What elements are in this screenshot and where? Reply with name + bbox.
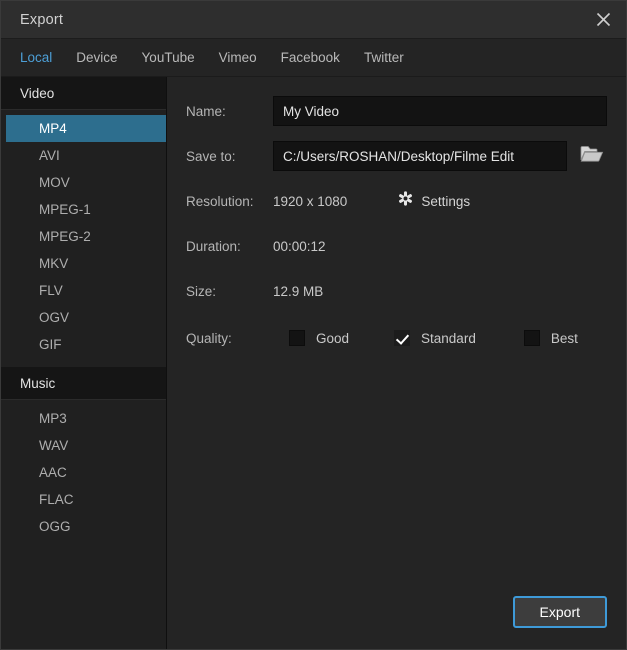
- save-to-input[interactable]: C:/Users/ROSHAN/Desktop/Filme Edit: [273, 141, 567, 171]
- duration-label: Duration:: [186, 238, 241, 254]
- quality-row: Quality: Good Standard Best: [186, 323, 607, 353]
- tab-twitter[interactable]: Twitter: [364, 50, 404, 65]
- size-label: Size:: [186, 283, 217, 299]
- tab-local[interactable]: Local: [20, 50, 52, 65]
- sidebar-item-avi[interactable]: AVI: [6, 142, 166, 169]
- save-to-label: Save to:: [186, 148, 236, 164]
- format-sidebar: Video MP4 AVI MOV MPEG-1 MPEG-2 MKV FLV …: [1, 77, 167, 649]
- browse-folder-button[interactable]: [578, 141, 607, 171]
- duration-value: 00:00:12: [273, 238, 326, 254]
- sidebar-group-header-video: Video: [1, 77, 166, 110]
- tab-facebook[interactable]: Facebook: [281, 50, 340, 65]
- folder-icon: [580, 144, 604, 168]
- resolution-row: Resolution: 1920 x 1080 Settings: [186, 186, 607, 216]
- sidebar-item-mp4[interactable]: MP4: [6, 115, 166, 142]
- save-to-row: Save to: C:/Users/ROSHAN/Desktop/Filme E…: [186, 141, 607, 171]
- quality-label-standard: Standard: [421, 330, 476, 346]
- duration-row: Duration: 00:00:12: [186, 231, 607, 261]
- sidebar-item-flv[interactable]: FLV: [6, 277, 166, 304]
- name-input[interactable]: My Video: [273, 96, 607, 126]
- dialog-footer: Export: [186, 587, 607, 649]
- size-row: Size: 12.9 MB: [186, 276, 607, 306]
- tab-device[interactable]: Device: [76, 50, 117, 65]
- quality-label-good: Good: [316, 330, 350, 346]
- quality-checkbox-standard[interactable]: [394, 330, 411, 346]
- panel-spacer: [186, 368, 607, 587]
- sidebar-item-mpeg-1[interactable]: MPEG-1: [6, 196, 166, 223]
- quality-option-good[interactable]: Good: [289, 330, 349, 346]
- size-value: 12.9 MB: [273, 283, 324, 299]
- quality-checkbox-good[interactable]: [289, 330, 305, 346]
- quality-checkbox-best[interactable]: [523, 330, 540, 346]
- export-button[interactable]: Export: [512, 596, 607, 628]
- sidebar-item-mov[interactable]: MOV: [6, 169, 166, 196]
- gear-icon: [398, 191, 413, 211]
- dialog-body: Video MP4 AVI MOV MPEG-1 MPEG-2 MKV FLV …: [1, 77, 626, 649]
- sidebar-item-mpeg-2[interactable]: MPEG-2: [6, 223, 166, 250]
- sidebar-group-header-music: Music: [1, 367, 166, 400]
- quality-label-best: Best: [550, 330, 578, 346]
- settings-button[interactable]: Settings: [398, 191, 470, 211]
- dialog-title: Export: [20, 11, 64, 28]
- quality-option-best[interactable]: Best: [523, 330, 578, 346]
- sidebar-item-gif[interactable]: GIF: [6, 331, 166, 358]
- resolution-value: 1920 x 1080: [273, 193, 348, 209]
- title-bar: Export: [1, 1, 626, 39]
- close-icon: [595, 11, 612, 28]
- sidebar-item-ogg[interactable]: OGG: [6, 513, 166, 540]
- name-label: Name:: [186, 103, 226, 119]
- quality-option-standard[interactable]: Standard: [394, 330, 476, 346]
- sidebar-item-mkv[interactable]: MKV: [6, 250, 166, 277]
- sidebar-item-wav[interactable]: WAV: [6, 432, 166, 459]
- tab-youtube[interactable]: YouTube: [142, 50, 195, 65]
- sidebar-item-flac[interactable]: FLAC: [6, 486, 166, 513]
- settings-label: Settings: [421, 193, 471, 209]
- sidebar-group-video: MP4 AVI MOV MPEG-1 MPEG-2 MKV FLV OGV GI…: [1, 110, 166, 367]
- sidebar-item-mp3[interactable]: MP3: [6, 405, 166, 432]
- tab-vimeo[interactable]: Vimeo: [219, 50, 257, 65]
- export-settings-panel: Name: My Video Save to: C:/Users/ROSHAN/…: [167, 77, 626, 649]
- close-button[interactable]: [580, 1, 626, 38]
- tab-bar: Local Device YouTube Vimeo Facebook Twit…: [1, 39, 626, 77]
- quality-label: Quality:: [186, 330, 232, 346]
- resolution-label: Resolution:: [186, 193, 254, 209]
- sidebar-item-ogv[interactable]: OGV: [6, 304, 166, 331]
- name-row: Name: My Video: [186, 96, 607, 126]
- sidebar-item-aac[interactable]: AAC: [6, 459, 166, 486]
- sidebar-group-music: MP3 WAV AAC FLAC OGG: [1, 400, 166, 549]
- export-dialog: Export Local Device YouTube Vimeo Facebo…: [0, 0, 627, 650]
